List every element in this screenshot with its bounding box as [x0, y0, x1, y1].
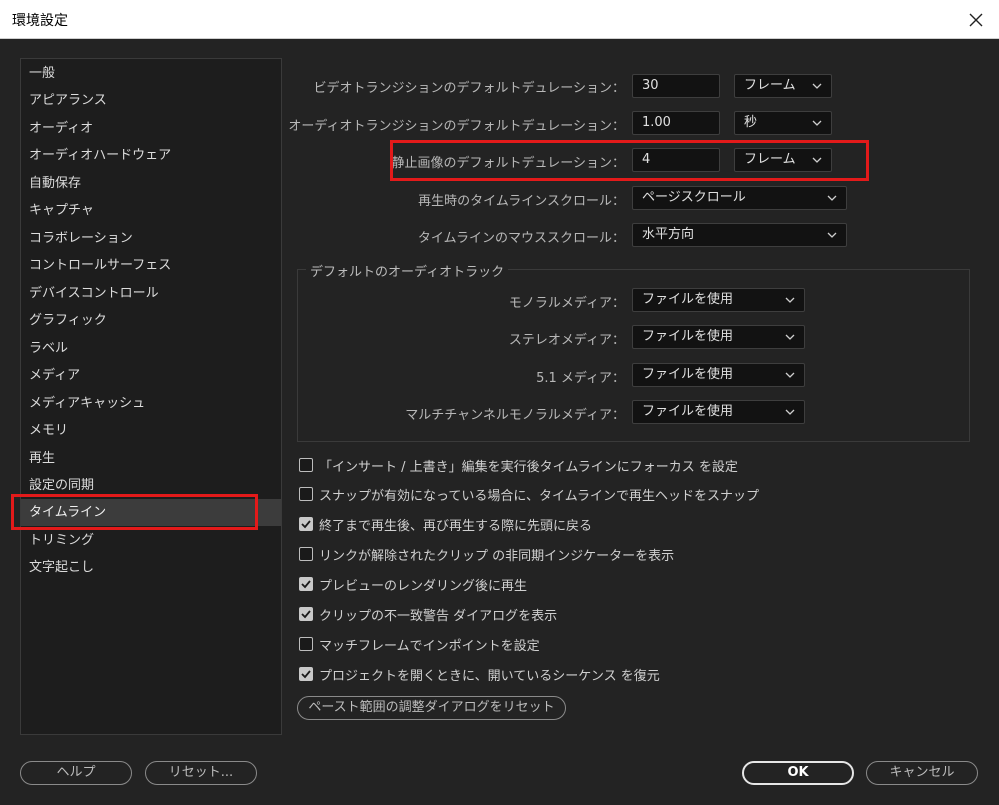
chevron-down-icon	[827, 232, 837, 238]
chevron-down-icon	[785, 297, 795, 303]
sidebar-item-media[interactable]: メディア	[21, 362, 281, 389]
checkbox-label: 終了まで再生後、再び再生する際に先頭に戻る	[319, 518, 593, 534]
surround-media-select[interactable]: ファイルを使用	[632, 363, 805, 387]
mouse-scroll-value: 水平方向	[642, 227, 695, 242]
sidebar-item-memory[interactable]: メモリ	[21, 417, 281, 444]
sidebar-item-general[interactable]: 一般	[21, 60, 281, 87]
checkbox-row[interactable]: リンクが解除されたクリップ の非同期インジケーターを表示	[299, 544, 674, 564]
sidebar-item-labels[interactable]: ラベル	[21, 335, 281, 362]
audio-transition-unit-select[interactable]: 秒	[734, 111, 832, 135]
checkbox[interactable]	[299, 637, 313, 651]
reset-button[interactable]: リセット...	[145, 761, 257, 785]
checkbox-row[interactable]: 「インサート / 上書き」編集を実行後タイムラインにフォーカス を設定	[299, 455, 738, 475]
sidebar-item-media-cache[interactable]: メディアキャッシュ	[21, 390, 281, 417]
video-transition-unit-select[interactable]: フレーム	[734, 74, 832, 98]
mouse-scroll-label: タイムラインのマウススクロール：	[417, 231, 625, 246]
chevron-down-icon	[785, 334, 795, 340]
checkbox[interactable]	[299, 458, 313, 472]
multichannel-media-value: ファイルを使用	[642, 404, 734, 419]
surround-media-label: 5.1 メディア：	[536, 371, 625, 386]
video-transition-unit-value: フレーム	[744, 78, 796, 93]
sidebar-item-capture[interactable]: キャプチャ	[21, 197, 281, 224]
mono-media-value: ファイルを使用	[642, 292, 734, 307]
sidebar-item-playback[interactable]: 再生	[21, 445, 281, 472]
help-button[interactable]: ヘルプ	[20, 761, 132, 785]
sidebar-item-trimming[interactable]: トリミング	[21, 527, 281, 554]
multichannel-media-select[interactable]: ファイルを使用	[632, 400, 805, 424]
checkbox-row[interactable]: スナップが有効になっている場合に、タイムラインで再生ヘッドをスナップ	[299, 484, 759, 504]
audio-transition-label: オーディオトランジションのデフォルトデュレーション：	[288, 119, 625, 134]
close-icon	[969, 13, 983, 26]
chevron-down-icon	[812, 83, 822, 89]
playback-scroll-value: ページスクロール	[642, 190, 746, 205]
close-button[interactable]	[953, 0, 999, 39]
ok-button[interactable]: OK	[742, 761, 854, 785]
sidebar-item-audio-hardware[interactable]: オーディオハードウェア	[21, 142, 281, 169]
checkbox[interactable]	[299, 547, 313, 561]
checkmark-icon	[301, 610, 311, 619]
stereo-media-label: ステレオメディア：	[508, 333, 625, 348]
mouse-scroll-select[interactable]: 水平方向	[632, 223, 847, 247]
checkbox-row[interactable]: プレビューのレンダリング後に再生	[299, 574, 527, 594]
mono-media-select[interactable]: ファイルを使用	[632, 288, 805, 312]
sidebar-item-device-control[interactable]: デバイスコントロール	[21, 280, 281, 307]
sidebar-item-graphics[interactable]: グラフィック	[21, 307, 281, 334]
checkbox-row[interactable]: プロジェクトを開くときに、開いているシーケンス を復元	[299, 664, 660, 684]
chevron-down-icon	[785, 372, 795, 378]
checkbox-label: マッチフレームでインポイントを設定	[319, 638, 540, 654]
checkbox-label: クリップの不一致警告 ダイアログを表示	[319, 608, 558, 624]
window-title: 環境設定	[12, 13, 68, 29]
checkbox-label: プレビューのレンダリング後に再生	[319, 578, 528, 594]
video-transition-input[interactable]: 30	[632, 74, 720, 98]
sidebar-item-collaboration[interactable]: コラボレーション	[21, 225, 281, 252]
checkbox-row[interactable]: マッチフレームでインポイントを設定	[299, 634, 540, 654]
chevron-down-icon	[785, 409, 795, 415]
checkbox-row[interactable]: 終了まで再生後、再び再生する際に先頭に戻る	[299, 514, 592, 534]
sidebar-item-appearance[interactable]: アピアランス	[21, 87, 281, 114]
cancel-button[interactable]: キャンセル	[866, 761, 978, 785]
sidebar-highlight-box	[11, 494, 258, 530]
playback-scroll-label: 再生時のタイムラインスクロール：	[418, 194, 625, 209]
sidebar-item-transcription[interactable]: 文字起こし	[21, 554, 281, 581]
checkmark-icon	[301, 580, 311, 589]
checkbox[interactable]	[299, 667, 313, 681]
checkbox-row[interactable]: クリップの不一致警告 ダイアログを表示	[299, 604, 557, 624]
stereo-media-select[interactable]: ファイルを使用	[632, 325, 805, 349]
still-image-highlight-box	[390, 140, 869, 181]
checkbox[interactable]	[299, 517, 313, 531]
chevron-down-icon	[827, 195, 837, 201]
mono-media-label: モノラルメディア：	[508, 296, 625, 311]
checkbox-label: スナップが有効になっている場合に、タイムラインで再生ヘッドをスナップ	[319, 488, 760, 504]
sidebar-item-audio[interactable]: オーディオ	[21, 115, 281, 142]
stereo-media-value: ファイルを使用	[642, 329, 734, 344]
checkbox-label: プロジェクトを開くときに、開いているシーケンス を復元	[319, 668, 660, 684]
reset-paste-range-button[interactable]: ペースト範囲の調整ダイアログをリセット	[297, 696, 566, 720]
sidebar-item-control-surface[interactable]: コントロールサーフェス	[21, 252, 281, 279]
audio-tracks-group-title: デフォルトのオーディオトラック	[306, 261, 509, 280]
audio-transition-unit-value: 秒	[744, 115, 758, 130]
checkmark-icon	[301, 520, 311, 529]
checkbox-label: リンクが解除されたクリップ の非同期インジケーターを表示	[319, 548, 675, 564]
audio-transition-input[interactable]: 1.00	[632, 111, 720, 135]
checkmark-icon	[301, 670, 311, 679]
video-transition-label: ビデオトランジションのデフォルトデュレーション：	[313, 81, 625, 96]
preferences-sidebar: 一般 アピアランス オーディオ オーディオハードウェア 自動保存 キャプチャ コ…	[20, 58, 282, 735]
checkbox[interactable]	[299, 577, 313, 591]
multichannel-media-label: マルチチャンネルモノラルメディア：	[405, 408, 625, 423]
chevron-down-icon	[812, 120, 822, 126]
checkbox[interactable]	[299, 487, 313, 501]
checkbox[interactable]	[299, 607, 313, 621]
checkbox-label: 「インサート / 上書き」編集を実行後タイムラインにフォーカス を設定	[319, 459, 738, 475]
playback-scroll-select[interactable]: ページスクロール	[632, 186, 847, 210]
sidebar-item-autosave[interactable]: 自動保存	[21, 170, 281, 197]
title-bar: 環境設定	[0, 0, 999, 39]
surround-media-value: ファイルを使用	[642, 367, 734, 382]
